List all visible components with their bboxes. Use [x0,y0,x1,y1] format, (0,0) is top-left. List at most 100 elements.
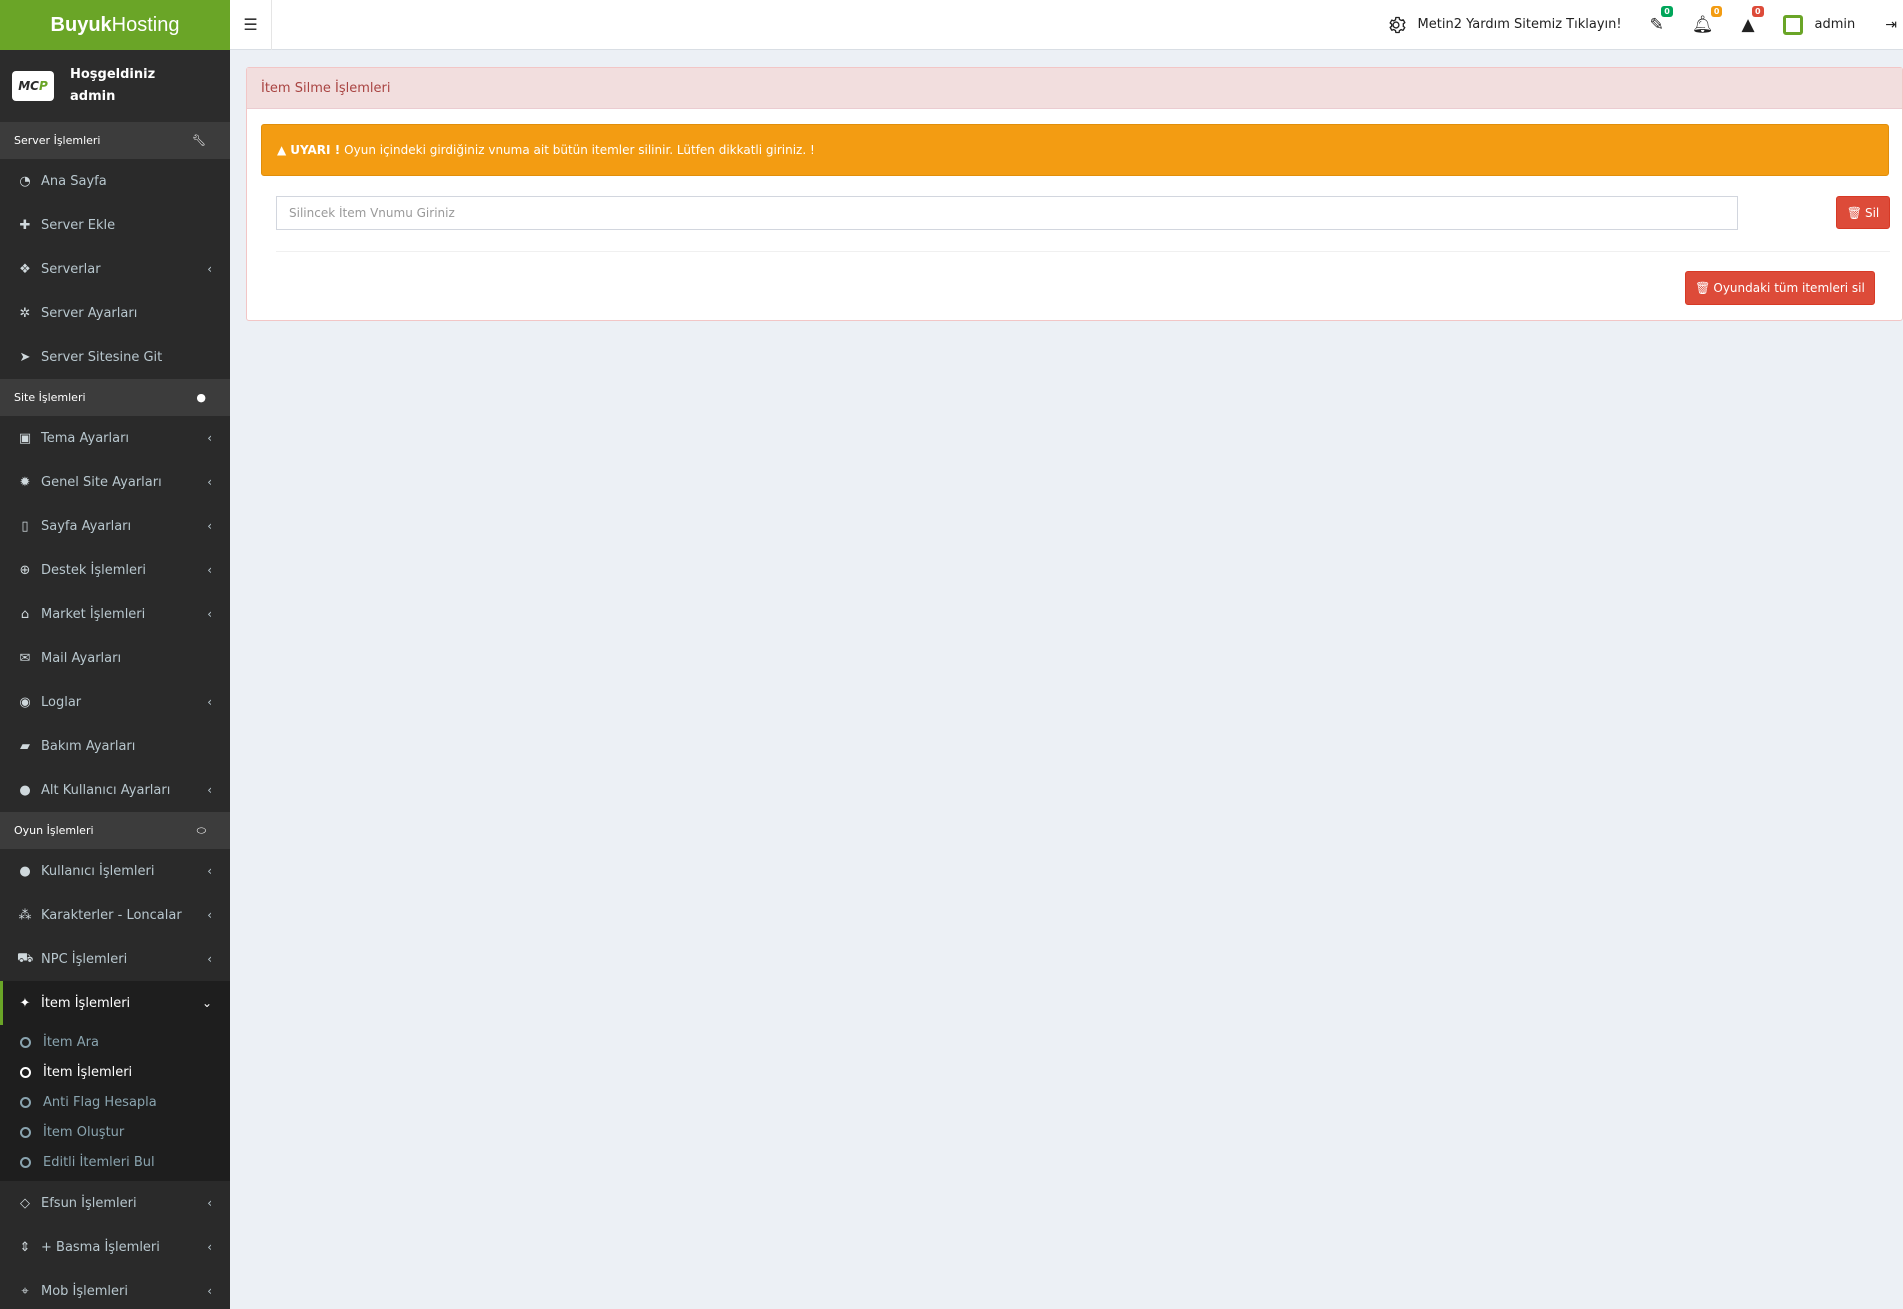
sidebar-item-label: Serverlar [41,261,101,277]
hamburger-icon: ☰ [243,15,258,34]
sidebar-item-ana-sayfa[interactable]: ◔ Ana Sayfa [0,159,230,203]
top-navbar: ☰ Metin2 Yardım Sitemiz Tıklayın! ✎ 0 🔔︎ 0… [230,0,1903,50]
chevron-left-icon: ‹ [207,519,212,533]
sidebar-item-basma-i-lemleri[interactable]: ⇕ + Basma İşlemleri ‹ [0,1225,230,1269]
sidebar-item-bak-m-ayarlar[interactable]: ▰ Bakım Ayarları [0,724,230,768]
brand-logo[interactable]: Buyuk Hosting [0,0,230,50]
chevron-left-icon: ‹ [207,783,212,797]
sidebar-username: admin [70,89,116,104]
bell-icon: 🔔︎ 0 [1692,5,1723,35]
delete-button[interactable]: 🗑︎ Sil [1836,196,1890,229]
notifications-badge: 0 [1710,5,1723,17]
sidebar-toggle-button[interactable]: ☰ [230,0,272,50]
sidebar-item-npc-i-lemleri[interactable]: ⛟ NPC İşlemleri ‹ [0,937,230,981]
sidebar-item-tema-ayarlar[interactable]: ▣ Tema Ayarları ‹ [0,416,230,460]
sidebar-item-kullan-c-i-lemleri[interactable]: ● Kullanıcı İşlemleri ‹ [0,849,230,893]
settings-icon: ✲ [19,305,31,321]
navbar-right: Metin2 Yardım Sitemiz Tıklayın! ✎ 0 🔔︎ 0 ▲… [1372,0,1903,50]
sidebar-item-karakterler-loncalar[interactable]: ⁂ Karakterler - Loncalar ‹ [0,893,230,937]
chevron-left-icon: ‹ [207,475,212,489]
sidebar-item-loglar[interactable]: ◉ Loglar ‹ [0,680,230,724]
item-submenu: İtem Ara İtem İşlemleri Anti Flag Hesapla İ… [0,1025,230,1181]
sidebar-item-label: Kullanıcı İşlemleri [41,863,155,879]
alert-text: Oyun içindeki girdiğiniz vnuma ait bütün… [344,143,815,157]
plus-icon: ✚ [19,217,31,233]
sidebar-item-destek-i-lemleri[interactable]: ⊕ Destek İşlemleri ‹ [0,548,230,592]
sidebar-item-genel-site-ayarlar[interactable]: ✹ Genel Site Ayarları ‹ [0,460,230,504]
tickets-button[interactable]: ✎ 0 [1636,0,1678,50]
notifications-button[interactable]: 🔔︎ 0 [1678,0,1728,50]
sidebar-item-label: Destek İşlemleri [41,562,146,578]
circle-icon [20,1036,31,1048]
sidebar-item-label: Market İşlemleri [41,606,146,622]
submenu-item[interactable]: Anti Flag Hesapla [0,1087,230,1117]
sidebar-item-label: Alt Kullanıcı Ayarları [41,782,171,798]
welcome-text: Hoşgeldiniz [70,67,156,82]
chevron-left-icon: ‹ [207,262,212,276]
sidebar-header-game: Oyun İşlemleri ⬭ [0,812,230,849]
submenu-item[interactable]: İtem İşlemleri [0,1057,230,1087]
circle-icon [20,1156,31,1168]
user-icon: ● [19,782,31,798]
users-icon: ⁂ [18,907,32,923]
user-menu-name: admin [1814,17,1856,32]
sidebar-item-efsun-i-lemleri[interactable]: ◇ Efsun İşlemleri ‹ [0,1181,230,1225]
sidebar-item-label: Server Ayarları [41,305,138,321]
user-icon: ● [19,863,31,879]
sidebar-item-serverlar[interactable]: ❖ Serverlar ‹ [0,247,230,291]
sidebar-item-mail-ayarlar[interactable]: ✉ Mail Ayarları [0,636,230,680]
circle-icon [20,1126,31,1138]
submenu-item[interactable]: Editli İtemleri Bul [0,1147,230,1177]
submenu-item-label: İtem İşlemleri [43,1064,133,1080]
user-menu[interactable]: admin [1769,0,1870,50]
sidebar-item-label: Mob İşlemleri [41,1283,129,1299]
sidebar-item-label: NPC İşlemleri [41,951,128,967]
logout-button[interactable]: ⇥ [1869,0,1901,50]
vnum-input[interactable] [276,196,1738,230]
trash-icon: 🗑︎ [1695,281,1711,295]
eraser-icon: ▰ [20,738,30,754]
magic-wand-icon: ✦ [19,995,31,1011]
chevron-left-icon: ‹ [207,952,212,966]
cart-icon: ⛟ [17,950,34,966]
alert-strong: UYARI ! [290,143,341,157]
sidebar-item-sayfa-ayarlar[interactable]: ▯ Sayfa Ayarları ‹ [0,504,230,548]
item-delete-box: İtem Silme İşlemleri ▲ UYARI ! Oyun için… [246,67,1903,321]
chevron-left-icon: ‹ [207,1240,212,1254]
sidebar-item-label: Server Sitesine Git [41,349,163,365]
sidebar-item-server-sitesine-git[interactable]: ➤ Server Sitesine Git [0,335,230,379]
sidebar-header-server: Server İşlemleri 🔧︎ [0,122,230,159]
chevron-left-icon: ‹ [207,864,212,878]
basket-icon: ⌂ [20,606,30,622]
box-title: İtem Silme İşlemleri [247,68,1902,109]
trash-icon: 🗑︎ [1846,205,1862,220]
ticket-icon: ✎ 0 [1650,5,1673,35]
sidebar-item-server-ekle[interactable]: ✚ Server Ekle [0,203,230,247]
submenu-item[interactable]: İtem Oluştur [0,1117,230,1147]
delete-all-items-button[interactable]: 🗑︎ Oyundaki tüm itemleri sil [1685,271,1875,305]
sidebar-item-label: Tema Ayarları [41,430,130,446]
sidebar-item-label: Genel Site Ayarları [41,474,162,490]
file-icon: ▯ [21,518,29,534]
sidebar-item-label: İtem İşlemleri [41,995,131,1011]
sidebar-item-label: Loglar [41,694,82,710]
user-panel: MC P Hoşgeldiniz admin [0,50,230,122]
sidebar-item-label: + Basma İşlemleri [41,1239,160,1255]
help-link[interactable]: Metin2 Yardım Sitemiz Tıklayın! [1372,0,1636,50]
sidebar-item-mob-i-lemleri[interactable]: ⌖ Mob İşlemleri ‹ [0,1269,230,1309]
warnings-button[interactable]: ▲ 0 [1727,0,1768,50]
sidebar-item-label: Server Ekle [41,217,116,233]
sign-out-icon: ⇥ [1885,16,1897,33]
submenu-item-label: İtem Ara [43,1034,99,1050]
chevron-left-icon: ‹ [207,695,212,709]
chevron-left-icon: ‹ [207,563,212,577]
submenu-item[interactable]: İtem Ara [0,1027,230,1057]
circle-icon [20,1066,31,1078]
crosshairs-icon: ⌖ [21,1283,29,1299]
sidebar-item-alt-kullan-c-ayarlar[interactable]: ● Alt Kullanıcı Ayarları ‹ [0,768,230,812]
sidebar-item-market-i-lemleri[interactable]: ⌂ Market İşlemleri ‹ [0,592,230,636]
sidebar-item-server-ayarlar[interactable]: ✲ Server Ayarları [0,291,230,335]
globe-icon: ● [196,391,206,404]
sidebar-item-item-islemleri[interactable]: ✦ İtem İşlemleri ⌄ [0,981,230,1025]
dashboard-icon: ◔ [19,173,31,189]
